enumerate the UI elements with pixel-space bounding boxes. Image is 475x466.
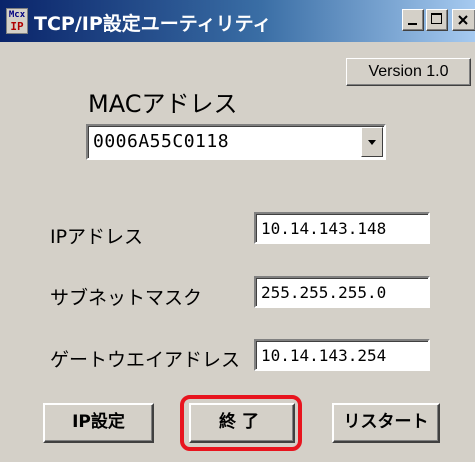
maximize-button[interactable] <box>426 9 448 31</box>
close-icon <box>458 15 468 25</box>
ip-settings-button[interactable]: IP設定 <box>43 403 154 443</box>
mac-address-dropdown[interactable]: 0006A55C0118 <box>86 124 386 160</box>
title-bar[interactable]: Mcx IP TCP/IP設定ユーティリティ <box>0 0 475 42</box>
gateway-address-field[interactable]: 10.14.143.254 <box>254 339 430 371</box>
ip-address-field[interactable]: 10.14.143.148 <box>254 212 430 244</box>
subnet-mask-label: サブネットマスク <box>50 287 203 309</box>
window-bottom-edge <box>0 462 475 466</box>
mac-address-value: 0006A55C0118 <box>93 131 230 152</box>
tcpip-utility-window: Mcx IP TCP/IP設定ユーティリティ Version 1.0 MACアド… <box>0 0 475 466</box>
mac-address-label: MACアドレス <box>88 90 238 118</box>
window-title: TCP/IP設定ユーティリティ <box>34 13 272 35</box>
close-button[interactable] <box>452 9 475 31</box>
version-button[interactable]: Version 1.0 <box>346 58 471 86</box>
restart-button[interactable]: リスタート <box>332 403 440 443</box>
chevron-down-icon[interactable] <box>361 127 383 157</box>
exit-button[interactable]: 終了 <box>189 403 295 443</box>
app-icon: Mcx IP <box>6 8 28 34</box>
subnet-mask-field[interactable]: 255.255.255.0 <box>254 276 430 308</box>
gateway-address-label: ゲートウエイアドレス <box>50 349 241 371</box>
minimize-button[interactable] <box>402 9 424 31</box>
ip-address-label: IPアドレス <box>50 226 144 248</box>
